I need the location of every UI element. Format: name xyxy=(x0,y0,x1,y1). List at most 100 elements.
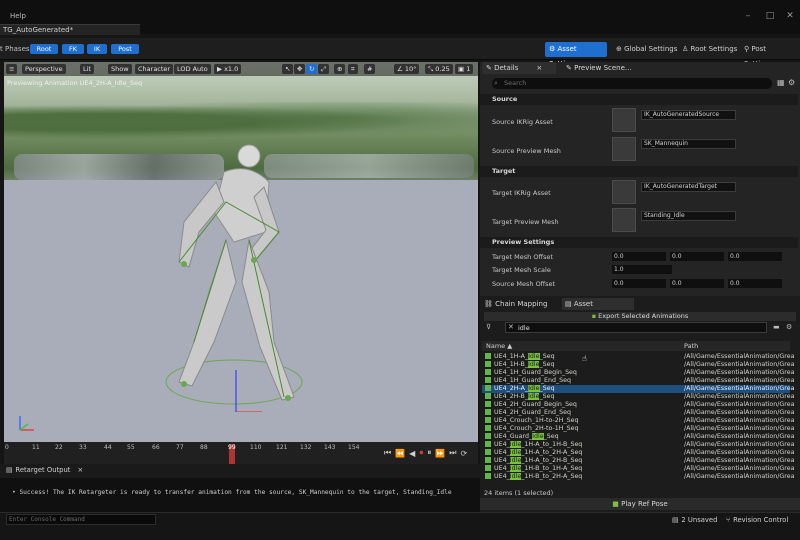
console-command-input[interactable]: Enter Console Command xyxy=(6,514,156,525)
target-mesh-scale-field[interactable]: 1.0 xyxy=(612,265,672,274)
asset-row[interactable]: UE4_1H_Guard_Begin_Seq/All/Game/Essentia… xyxy=(482,369,794,377)
character-mesh[interactable] xyxy=(154,142,304,412)
source-mesh-offset-z[interactable]: 0.0 xyxy=(728,279,782,288)
post-settings-button[interactable]: ⚲ Post Settings xyxy=(740,42,800,68)
phase-fk-button[interactable]: FK xyxy=(62,44,84,54)
retarget-output-tab[interactable]: ▤ Retarget Output × xyxy=(6,466,83,474)
source-section-header[interactable]: Source xyxy=(480,94,798,105)
asset-name-match: Idle xyxy=(528,353,540,360)
phase-post-button[interactable]: Post xyxy=(111,44,139,54)
gear-icon: ⚙ xyxy=(549,45,558,53)
global-settings-button[interactable]: ⊕ Global Settings xyxy=(612,42,681,57)
asset-row[interactable]: UE4_Idle_1H-B_to_1H-A_Seq/All/Game/Essen… xyxy=(482,465,794,473)
source-mesh-combo[interactable]: SK_Mannequin xyxy=(641,139,736,149)
branch-icon: ⑂ xyxy=(726,516,731,524)
asset-name-prefix: UE4_ xyxy=(494,457,510,464)
column-path[interactable]: Path xyxy=(684,342,698,350)
pause-icon[interactable]: ⏸ xyxy=(427,448,431,458)
asset-row[interactable]: UE4_Crouch_2H-to-1H_Seq/All/Game/Essenti… xyxy=(482,425,794,433)
step-back-icon[interactable]: ⏪ xyxy=(395,449,405,458)
translate-tool-icon[interactable]: ✥ xyxy=(294,64,306,74)
surface-snap-icon[interactable]: ⌗ xyxy=(348,64,358,74)
chain-mapping-tab[interactable]: ⛓ Chain Mapping xyxy=(484,298,556,310)
source-mesh-offset-x[interactable]: 0.0 xyxy=(612,279,666,288)
lit-button[interactable]: Lit xyxy=(80,64,94,74)
unsaved-button[interactable]: ▤ 2 Unsaved xyxy=(672,516,717,524)
target-section-header[interactable]: Target xyxy=(480,166,798,177)
column-name[interactable]: Name ▲ xyxy=(486,342,512,350)
playback-speed-button[interactable]: ▶ x1.0 xyxy=(214,64,242,74)
target-mesh-offset-x[interactable]: 0.0 xyxy=(612,252,666,261)
select-tool-icon[interactable]: ↖ xyxy=(282,64,294,74)
asset-name-suffix: _1H-B_to_2H-A_Seq xyxy=(521,473,583,480)
phase-ik-button[interactable]: IK xyxy=(87,44,107,54)
asset-row[interactable]: UE4_2H_Guard_Begin_Seq/All/Game/Essentia… xyxy=(482,401,794,409)
perspective-button[interactable]: Perspective xyxy=(22,64,66,74)
tick-label: 154 xyxy=(348,444,360,451)
scale-snap-button[interactable]: ⤡ 0.25 xyxy=(425,64,453,74)
folder-icon[interactable]: ▬ xyxy=(773,323,780,331)
play-ref-pose-button[interactable]: ■ Play Ref Pose xyxy=(480,498,800,510)
asset-name-prefix: UE4_1H_Guard_Begin_Seq xyxy=(494,369,577,376)
angle-snap-button[interactable]: ∠ 10° xyxy=(394,64,420,74)
preview-scene-tab[interactable]: ✎ Preview Scene... xyxy=(562,62,642,74)
details-search-input[interactable]: Search xyxy=(492,78,772,89)
settings-icon[interactable]: ⚙ xyxy=(788,78,795,87)
skip-start-icon[interactable]: ⏮ xyxy=(384,448,391,458)
asset-row[interactable]: UE4_Crouch_1H-to-2H_Seq/All/Game/Essenti… xyxy=(482,417,794,425)
asset-row[interactable]: UE4_1H_Guard_End_Seq/All/Game/EssentialA… xyxy=(482,377,794,385)
export-selected-animations-button[interactable]: ▪ Export Selected Animations xyxy=(484,312,796,321)
play-reverse-icon[interactable]: ◀ xyxy=(409,449,415,458)
asset-name-prefix: UE4_2H_Guard_End_Seq xyxy=(494,409,571,416)
target-ikrig-combo[interactable]: IK_AutoGeneratedTarget xyxy=(641,182,736,192)
tab-close-icon[interactable]: × xyxy=(536,64,542,72)
minimize-icon[interactable]: – xyxy=(742,11,754,21)
target-mesh-offset-z[interactable]: 0.0 xyxy=(728,252,782,261)
asset-row[interactable]: UE4_Guard_Idle_Seq/All/Game/EssentialAni… xyxy=(482,433,794,441)
lod-button[interactable]: LOD Auto xyxy=(174,64,211,74)
asset-row[interactable]: UE4_1H-A_Idle_Seq/All/Game/EssentialAnim… xyxy=(482,353,794,361)
camera-speed-button[interactable]: ▣ 1 xyxy=(455,64,474,74)
asset-row[interactable]: UE4_Idle_1H-A_to_2H-B_Seq/All/Game/Essen… xyxy=(482,457,794,465)
skip-end-icon[interactable]: ⏭ xyxy=(449,448,456,458)
asset-row[interactable]: UE4_2H_Guard_End_Seq/All/Game/EssentialA… xyxy=(482,409,794,417)
asset-row[interactable]: UE4_Idle_1H-A_to_1H-B_Seq/All/Game/Essen… xyxy=(482,441,794,449)
clear-filter-icon[interactable]: ✕ xyxy=(508,323,514,331)
rotate-tool-icon[interactable]: ↻ xyxy=(306,64,318,74)
source-mesh-offset-y[interactable]: 0.0 xyxy=(670,279,724,288)
record-icon[interactable]: ⏺ xyxy=(419,448,423,458)
target-mesh-offset-y[interactable]: 0.0 xyxy=(670,252,724,261)
asset-browser-tab[interactable]: ▤ Asset Browser× xyxy=(562,298,634,320)
scale-tool-icon[interactable]: ⤢ xyxy=(318,64,330,74)
menu-help[interactable]: Help xyxy=(10,12,26,20)
world-local-icon[interactable]: ⊕ xyxy=(334,64,346,74)
source-ikrig-combo[interactable]: IK_AutoGeneratedSource xyxy=(641,110,736,120)
maximize-icon[interactable]: □ xyxy=(764,11,776,21)
preview-settings-header[interactable]: Preview Settings xyxy=(480,237,798,248)
tab-close-icon[interactable]: × xyxy=(77,466,83,474)
character-button[interactable]: Character xyxy=(135,64,174,74)
asset-row[interactable]: UE4_1H-B_Idle_Seq/All/Game/EssentialAnim… xyxy=(482,361,794,369)
viewport[interactable] xyxy=(4,62,478,442)
target-mesh-combo[interactable]: Standing_Idle xyxy=(641,211,736,221)
asset-settings-button[interactable]: ⚙ Asset Settings xyxy=(545,42,607,68)
viewport-menu-button[interactable]: ≡ xyxy=(6,64,18,74)
asset-filter-input[interactable]: idle xyxy=(505,322,767,333)
asset-row[interactable]: UE4_2H-B_Idle_Seq/All/Game/EssentialAnim… xyxy=(482,393,794,401)
revision-control-button[interactable]: ⑂ Revision Control xyxy=(726,516,788,524)
close-icon[interactable]: ✕ xyxy=(784,11,796,21)
phase-root-button[interactable]: Root xyxy=(30,44,58,54)
asset-row[interactable]: UE4_2H-A_Idle_Seq/All/Game/EssentialAnim… xyxy=(482,385,794,393)
grid-snap-icon[interactable]: # xyxy=(364,64,376,74)
asset-row[interactable]: UE4_Idle_1H-A_to_2H-A_Seq/All/Game/Essen… xyxy=(482,449,794,457)
show-button[interactable]: Show xyxy=(108,64,132,74)
filter-icon[interactable]: ⊽ xyxy=(486,323,491,331)
loop-icon[interactable]: ⟳ xyxy=(461,449,468,458)
details-tab[interactable]: ✎ Details × xyxy=(482,62,556,74)
document-tab[interactable]: TG_AutoGenerated* xyxy=(0,24,140,35)
asset-row[interactable]: UE4_Idle_1H-B_to_2H-A_Seq/All/Game/Essen… xyxy=(482,473,794,481)
settings-icon[interactable]: ⚙ xyxy=(786,323,792,331)
step-forward-icon[interactable]: ⏩ xyxy=(435,449,445,458)
root-settings-button[interactable]: ♙ Root Settings xyxy=(678,42,741,57)
grid-view-icon[interactable]: ▦ xyxy=(777,78,785,87)
